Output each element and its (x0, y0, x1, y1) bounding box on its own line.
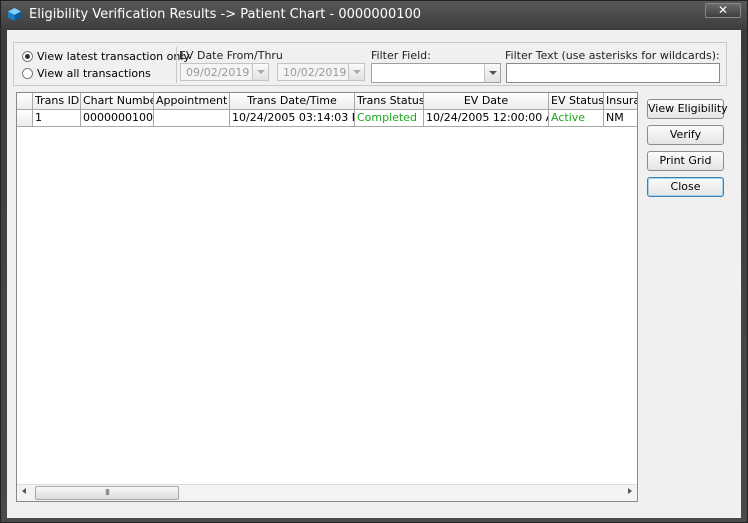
scroll-right-arrow-icon[interactable] (628, 488, 632, 494)
view-all-label: View all transactions (37, 67, 151, 80)
filter-panel: View latest transaction only View all tr… (13, 42, 727, 86)
view-all-radio[interactable] (22, 68, 33, 79)
view-latest-label: View latest transaction only (37, 50, 190, 63)
grid-corner-cell[interactable] (17, 93, 33, 110)
dialog-client-area: View latest transaction only View all tr… (7, 30, 741, 518)
ev-date-from-value: 09/02/2019 (186, 66, 250, 79)
chevron-down-icon (252, 64, 268, 80)
cell-insurance[interactable]: NM (604, 110, 637, 127)
ev-date-from-combo: 09/02/2019 (180, 63, 269, 81)
scroll-left-arrow-icon[interactable] (22, 488, 26, 494)
ev-date-thru-combo: 10/02/2019 (277, 63, 365, 81)
column-header-trans-id[interactable]: Trans ID (33, 93, 81, 110)
cell-appointment-id[interactable] (154, 110, 230, 127)
eligibility-results-window: Eligibility Verification Results -> Pati… (0, 0, 748, 523)
close-button[interactable]: Close (647, 177, 724, 197)
cell-trans-date-time[interactable]: 10/24/2005 03:14:03 PM (230, 110, 355, 127)
table-row[interactable]: 1 0000000100 10/24/2005 03:14:03 PM Comp… (17, 110, 637, 127)
grid-header-row: Trans ID Chart Number Appointment ID Tra… (17, 93, 637, 110)
row-selector[interactable] (17, 110, 33, 127)
cell-ev-status[interactable]: Active (549, 110, 604, 127)
view-all-radio-row[interactable]: View all transactions (22, 67, 151, 80)
window-close-button[interactable]: ✕ (705, 3, 741, 18)
print-grid-button[interactable]: Print Grid (647, 151, 724, 171)
filter-field-label: Filter Field: (371, 49, 431, 62)
view-eligibility-button[interactable]: View Eligibility (647, 99, 728, 119)
chevron-down-icon (348, 64, 364, 80)
column-header-appointment-id[interactable]: Appointment ID (154, 93, 230, 110)
window-title: Eligibility Verification Results -> Pati… (29, 7, 422, 22)
view-latest-radio-row[interactable]: View latest transaction only (22, 50, 190, 63)
scroll-thumb[interactable]: III (35, 486, 179, 500)
column-header-trans-date-time[interactable]: Trans Date/Time (230, 93, 355, 110)
ev-date-label: EV Date From/Thru (179, 49, 283, 62)
cell-ev-date[interactable]: 10/24/2005 12:00:00 AM (424, 110, 549, 127)
column-header-insurance[interactable]: Insurance (604, 93, 637, 110)
title-bar[interactable]: Eligibility Verification Results -> Pati… (1, 1, 747, 30)
cube-app-icon (8, 8, 21, 21)
column-header-ev-date[interactable]: EV Date (424, 93, 549, 110)
column-header-ev-status[interactable]: EV Status (549, 93, 604, 110)
cell-trans-status[interactable]: Completed (355, 110, 424, 127)
grid-horizontal-scrollbar[interactable]: III (17, 484, 637, 501)
filter-text-input[interactable] (506, 63, 720, 83)
column-header-chart-number[interactable]: Chart Number (81, 93, 154, 110)
filter-text-label: Filter Text (use asterisks for wildcards… (505, 49, 720, 62)
view-latest-radio[interactable] (22, 51, 33, 62)
ev-date-thru-value: 10/02/2019 (283, 66, 347, 79)
cell-chart-number[interactable]: 0000000100 (81, 110, 154, 127)
results-grid[interactable]: Trans ID Chart Number Appointment ID Tra… (16, 92, 638, 502)
filter-divider (176, 47, 177, 83)
chevron-down-icon[interactable] (484, 64, 500, 82)
verify-button[interactable]: Verify (647, 125, 724, 145)
cell-trans-id[interactable]: 1 (33, 110, 81, 127)
column-header-trans-status[interactable]: Trans Status (355, 93, 424, 110)
filter-field-combo[interactable] (371, 63, 501, 83)
